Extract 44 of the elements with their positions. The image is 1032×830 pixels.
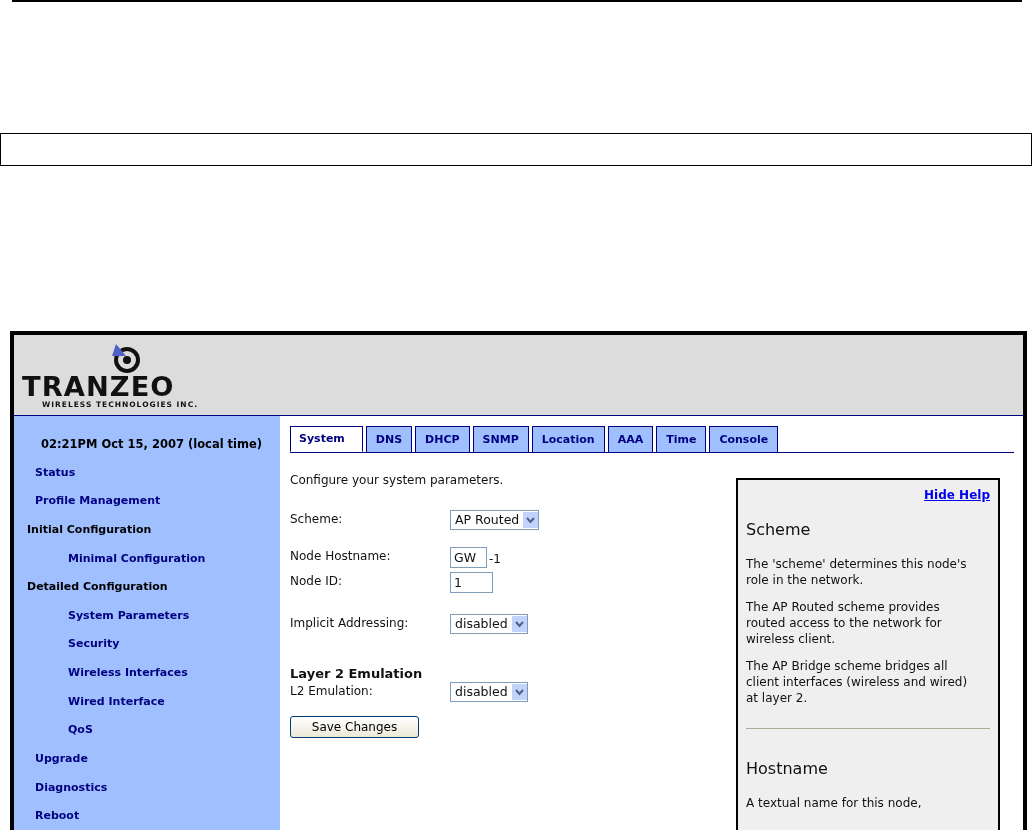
nav-link[interactable]: Wireless Interfaces: [68, 666, 188, 680]
tab[interactable]: AAA: [607, 425, 654, 452]
tab[interactable]: Console: [709, 425, 779, 452]
tab[interactable]: System: [290, 425, 363, 452]
help-paragraph: The AP Bridge scheme bridges all client interfaces (wireless and wired) at layer 2.: [746, 657, 969, 706]
scheme-dropdown[interactable]: AP Routed: [450, 509, 540, 530]
nav-link[interactable]: Upgrade: [35, 751, 88, 765]
save-changes-button[interactable]: Save Changes: [290, 715, 419, 738]
intro-text: Configure your system parameters.: [290, 472, 505, 488]
tab[interactable]: Time: [656, 425, 707, 452]
help-paragraph: A textual name for this node,: [746, 794, 923, 811]
help-paragraph: The 'scheme' determines this node's role in the network.: [746, 555, 968, 588]
nav-link[interactable]: Profile Management: [35, 494, 161, 508]
local-time: 02:21PM Oct 15, 2007 (local time): [40, 435, 264, 453]
nav-section-heading: Detailed Configuration: [27, 580, 168, 594]
nav-link[interactable]: QoS: [68, 723, 93, 737]
node-id-field[interactable]: 1: [450, 571, 493, 593]
l2-emulation-dropdown[interactable]: disabled: [450, 681, 528, 702]
nav-link[interactable]: Diagnostics: [35, 780, 108, 794]
nav-link[interactable]: Wired Interface: [68, 694, 165, 708]
nav-link[interactable]: System Parameters: [68, 608, 190, 622]
nav-section-heading: Initial Configuration: [27, 522, 152, 536]
hide-help-link[interactable]: Hide Help: [924, 487, 990, 502]
tab[interactable]: Location: [531, 425, 605, 452]
nav-link[interactable]: Reboot: [35, 809, 80, 823]
help-title: Scheme: [746, 519, 812, 539]
nav-link[interactable]: Minimal Configuration: [68, 551, 206, 565]
field-label: Implicit Addressing:: [290, 614, 410, 630]
tab[interactable]: DHCP: [415, 425, 470, 452]
hostname-field[interactable]: GW: [450, 546, 487, 568]
field-label: Scheme:: [290, 510, 344, 526]
nav-link[interactable]: Security: [68, 637, 120, 651]
logo-wordmark: TRANZEO: [22, 373, 175, 400]
hostname-suffix: -1: [489, 550, 501, 566]
tab[interactable]: SNMP: [472, 425, 529, 452]
section-heading: Layer 2 Emulation: [290, 665, 424, 682]
tab[interactable]: DNS: [365, 425, 413, 452]
nav-link[interactable]: Status: [35, 465, 76, 479]
implicit-addressing-dropdown[interactable]: disabled: [450, 613, 528, 634]
field-label: Node Hostname:: [290, 547, 392, 563]
help-title: Hostname: [746, 758, 829, 778]
help-paragraph: The AP Routed scheme provides routed access to the network for wireless client.: [746, 598, 943, 647]
field-label: L2 Emulation:: [290, 682, 374, 698]
field-label: Node ID:: [290, 572, 343, 588]
